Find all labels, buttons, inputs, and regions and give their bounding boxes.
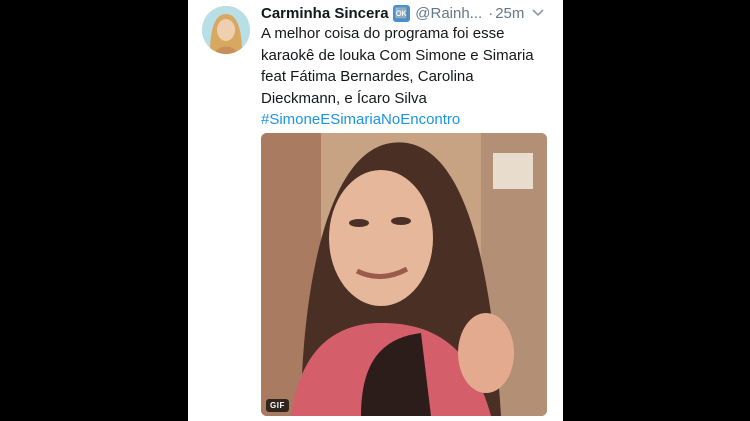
gif-badge: GIF	[266, 399, 289, 412]
timestamp[interactable]: 25m	[495, 5, 524, 22]
tweet-card[interactable]: Carminha Sincera 🆗 @Rainh... · 25m A mel…	[188, 0, 563, 421]
ok-emoji-icon: 🆗	[392, 4, 411, 22]
avatar-image	[202, 6, 250, 54]
separator-dot: ·	[488, 4, 494, 22]
tweet-body: A melhor coisa do programa foi esse kara…	[261, 25, 534, 107]
tweet-text-block: A melhor coisa do programa foi esse kara…	[261, 23, 556, 131]
author-name[interactable]: Carminha Sincera	[261, 5, 389, 22]
hashtag-link[interactable]: #SimoneESimariaNoEncontro	[261, 109, 556, 131]
chevron-down-icon[interactable]	[532, 9, 544, 17]
tweet-header: Carminha Sincera 🆗 @Rainh... · 25m	[261, 3, 555, 23]
avatar[interactable]	[202, 6, 250, 54]
author-handle[interactable]: @Rainh...	[415, 5, 482, 22]
gif-media[interactable]: GIF	[261, 133, 547, 416]
gif-frame-image	[261, 133, 547, 416]
